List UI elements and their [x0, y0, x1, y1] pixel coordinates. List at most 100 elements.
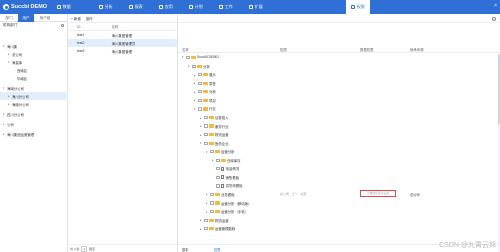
- tree-row[interactable]: ▸ 物流运营: [178, 215, 500, 223]
- tree-row[interactable]: ▸ 仓库库存: [178, 156, 500, 164]
- row-checkbox[interactable]: [198, 98, 202, 103]
- tree-row[interactable]: ▸ 展示: [178, 70, 500, 78]
- row-checkbox[interactable]: [186, 55, 190, 59]
- chevron-down-icon[interactable]: ▾: [194, 107, 197, 111]
- chevron-right-icon[interactable]: ▸: [194, 81, 197, 85]
- row-checkbox[interactable]: [198, 73, 202, 77]
- settings-icon[interactable]: [492, 16, 496, 21]
- row-checkbox[interactable]: [216, 184, 220, 188]
- tree-row[interactable]: ▸ 运营管理能耗: [178, 224, 500, 232]
- column-header-name[interactable]: 名称: [112, 24, 177, 29]
- chevron-down-icon[interactable]: ▾: [3, 44, 6, 48]
- row-checkbox[interactable]: [204, 124, 208, 128]
- chevron-down-icon[interactable]: ▾: [188, 64, 191, 68]
- column-header-id[interactable]: ID: [68, 25, 112, 29]
- nav-item-6[interactable]: 扩展: [244, 0, 268, 14]
- app-logo[interactable]: Succbi DEMO: [0, 4, 52, 10]
- tab-2[interactable]: 用户组: [34, 14, 56, 22]
- chevron-right-icon[interactable]: ▸: [212, 158, 215, 162]
- chevron-right-icon[interactable]: ▸: [194, 90, 197, 94]
- tree-row[interactable]: ▸ 运营分析（移动版）: [178, 198, 500, 206]
- tree-item[interactable]: ▸ 总公司: [0, 50, 68, 58]
- chevron-right-icon[interactable]: ▸: [194, 73, 197, 77]
- action-button[interactable]: 操作: [86, 16, 93, 21]
- chevron-right-icon[interactable]: ▸: [8, 52, 11, 56]
- close-icon[interactable]: ×: [494, 3, 497, 9]
- tree-row[interactable]: ▸ 证券投入: [178, 113, 500, 121]
- tree-item[interactable]: ▸ 海南分公司: [0, 100, 68, 108]
- row-checkbox[interactable]: [216, 158, 220, 162]
- row-checkbox[interactable]: [204, 133, 208, 137]
- tree-item[interactable]: ▸ 公司: [0, 120, 68, 128]
- row-checkbox[interactable]: [210, 209, 214, 214]
- tree-row[interactable]: ▸ 业务看板 总公司 · 上一 · 北京 无数据权限请设置 总公司: [178, 190, 500, 198]
- nav-item-1[interactable]: 分析: [94, 0, 118, 14]
- chevron-down-icon[interactable]: ▾: [182, 55, 185, 59]
- row-checkbox[interactable]: [204, 218, 208, 222]
- tree-row[interactable]: 销售看板: [178, 173, 500, 181]
- chevron-right-icon[interactable]: ▸: [8, 102, 11, 106]
- row-checkbox[interactable]: [192, 64, 196, 68]
- chevron-right-icon[interactable]: ▸: [206, 210, 209, 214]
- row-checkbox[interactable]: [216, 167, 220, 171]
- tree-item[interactable]: ▸ 海川集团运营管理: [0, 130, 68, 138]
- footer-tab-permission[interactable]: 权限: [214, 247, 220, 252]
- tree-row[interactable]: ▾ 运营分析: [178, 147, 500, 155]
- chevron-down-icon[interactable]: ▾: [3, 86, 6, 90]
- row-checkbox[interactable]: [210, 192, 214, 197]
- row-checkbox[interactable]: [204, 227, 208, 231]
- tree-item[interactable]: ▸ 四川分公司: [0, 110, 68, 118]
- chevron-right-icon[interactable]: ▸: [206, 192, 209, 196]
- row-checkbox[interactable]: [204, 115, 208, 120]
- chevron-right-icon[interactable]: ▸: [3, 132, 6, 136]
- row-checkbox[interactable]: [210, 201, 214, 205]
- chevron-right-icon[interactable]: ▸: [194, 98, 197, 102]
- chevron-right-icon[interactable]: ▸: [8, 94, 11, 98]
- search-icon[interactable]: [61, 24, 64, 27]
- tab-0[interactable]: 部门: [0, 14, 18, 22]
- tree-row[interactable]: ▸ 物流运营: [178, 130, 500, 138]
- nav-item-0[interactable]: 数据: [52, 0, 76, 14]
- chevron-right-icon[interactable]: ▸: [200, 124, 203, 128]
- footer-tab-basic[interactable]: 基本: [182, 247, 188, 252]
- column-header-data-permission[interactable]: 数据权限: [360, 47, 374, 52]
- row-checkbox[interactable]: [210, 150, 214, 154]
- row-checkbox[interactable]: [198, 90, 202, 94]
- chevron-right-icon[interactable]: ▸: [200, 227, 203, 231]
- table-row[interactable]: test1 海川集团管理: [68, 31, 177, 39]
- tree-row[interactable]: 供货商看板: [178, 181, 500, 189]
- tree-item[interactable]: ▸ 海川分公司: [0, 92, 68, 100]
- chevron-down-icon[interactable]: ▾: [200, 141, 203, 145]
- nav-item-3[interactable]: 应用: [154, 0, 178, 14]
- row-checkbox[interactable]: [204, 141, 208, 145]
- tree-row[interactable]: ▾ 分析: [178, 62, 500, 70]
- tree-row[interactable]: ▸ 零售: [178, 79, 500, 87]
- chevron-right-icon[interactable]: ▸: [206, 201, 209, 205]
- tab-1[interactable]: 用户: [18, 14, 34, 22]
- chevron-down-icon[interactable]: ▾: [206, 150, 209, 154]
- chevron-right-icon[interactable]: ▸: [200, 116, 203, 120]
- chevron-down-icon[interactable]: ▾: [8, 60, 11, 64]
- column-header-inherit-source[interactable]: 继承来源: [410, 47, 424, 52]
- tree-item[interactable]: ▾ 海川集: [0, 42, 68, 50]
- pagination-page[interactable]: 1: [81, 245, 88, 252]
- add-user-button[interactable]: + 新增: [71, 16, 81, 21]
- nav-item-5[interactable]: 工作: [214, 0, 238, 14]
- pagination-jump[interactable]: 跳至: [89, 247, 95, 251]
- tree-row[interactable]: ▸ 运营分析（手机）: [178, 207, 500, 215]
- tree-row[interactable]: ▸ 项目: [178, 96, 500, 104]
- chevron-right-icon[interactable]: ▸: [200, 133, 203, 137]
- nav-item-2[interactable]: 报表: [124, 0, 148, 14]
- row-checkbox[interactable]: [198, 107, 202, 111]
- data-permission-field[interactable]: 无数据权限请设置: [360, 190, 396, 197]
- chevron-right-icon[interactable]: ▸: [3, 122, 6, 126]
- tree-row[interactable]: ▾ 医药企业: [178, 139, 500, 147]
- chevron-right-icon[interactable]: ▸: [3, 112, 6, 116]
- tree-item[interactable]: ▾ 海南分公司: [0, 84, 68, 92]
- tree-row[interactable]: ▸ 分析: [178, 87, 500, 95]
- tree-row[interactable]: ▸ 服务行业: [178, 121, 500, 129]
- tree-item[interactable]: 华南区: [0, 74, 68, 82]
- tree-item[interactable]: 西南区: [0, 66, 68, 74]
- row-checkbox[interactable]: [198, 81, 202, 85]
- column-header-permission[interactable]: 权限: [280, 47, 287, 52]
